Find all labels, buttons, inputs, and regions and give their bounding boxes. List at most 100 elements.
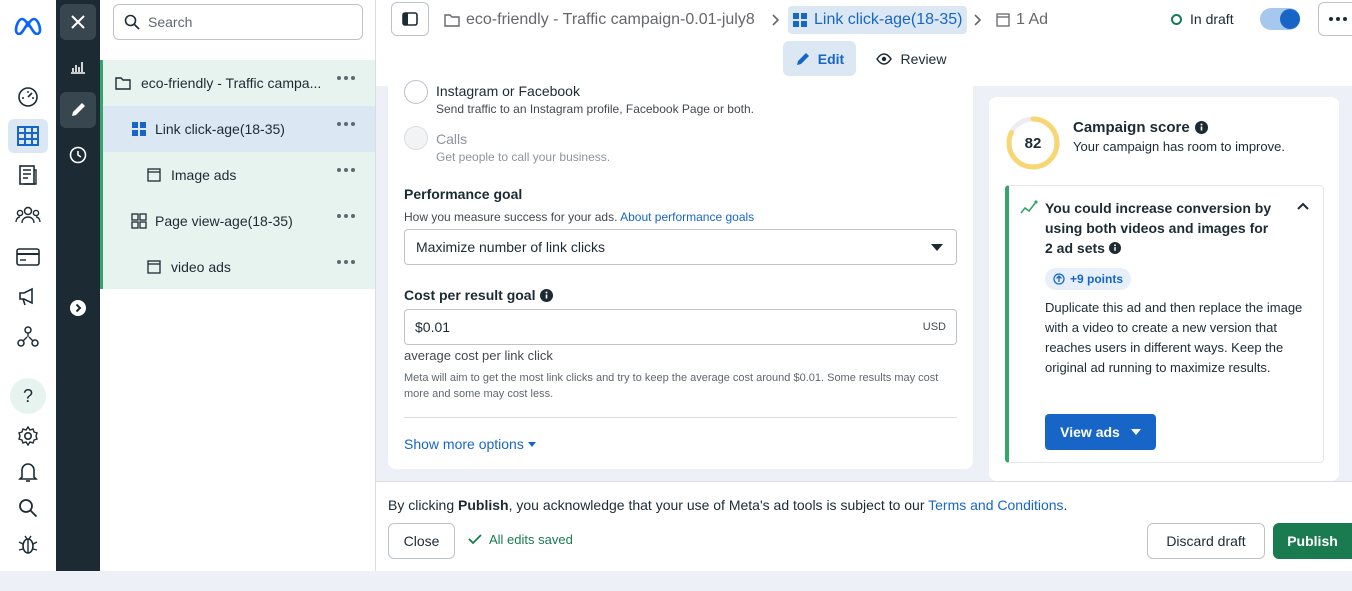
draft-status-icon bbox=[1171, 13, 1182, 25]
close-button[interactable]: Close bbox=[388, 523, 455, 559]
view-ads-label: View ads bbox=[1060, 424, 1120, 440]
caret-down-icon bbox=[1130, 429, 1141, 435]
folder-icon bbox=[115, 76, 131, 90]
editor-toolbar bbox=[56, 0, 100, 574]
more-options-icon[interactable] bbox=[337, 122, 355, 126]
dashboard-icon[interactable] bbox=[8, 80, 48, 114]
points-badge: +9 points bbox=[1045, 268, 1132, 290]
search-input[interactable] bbox=[148, 14, 348, 30]
status-label: In draft bbox=[1190, 11, 1234, 27]
campaign-toggle[interactable] bbox=[1260, 8, 1300, 30]
cost-goal-value: $0.01 bbox=[415, 319, 451, 335]
score-value: 82 bbox=[1024, 134, 1042, 152]
business-icon[interactable] bbox=[8, 320, 48, 354]
cost-goal-input[interactable]: $0.01 USD bbox=[404, 309, 957, 345]
show-more-label: Show more options bbox=[404, 436, 524, 452]
publish-button[interactable]: Publish bbox=[1273, 523, 1352, 559]
currency-label: USD bbox=[922, 321, 946, 333]
tree-item-label: Page view-age(18-35) bbox=[155, 213, 293, 229]
adset-icon bbox=[793, 13, 807, 27]
check-icon bbox=[468, 534, 482, 545]
tab-review[interactable]: Review bbox=[866, 41, 956, 76]
tree-item-ad-image[interactable]: Image ads bbox=[103, 152, 375, 198]
breadcrumb-ads[interactable]: 1 Ad bbox=[996, 6, 1048, 34]
chevron-right-icon bbox=[974, 14, 982, 26]
ad-icon bbox=[147, 168, 161, 182]
info-icon[interactable] bbox=[1108, 242, 1121, 254]
editor-header: eco-friendly - Traffic campaign-0.01-jul… bbox=[376, 0, 1352, 86]
info-icon[interactable] bbox=[1194, 121, 1208, 134]
performance-goal-value: Maximize number of link clicks bbox=[416, 239, 606, 255]
expand-icon[interactable] bbox=[60, 290, 96, 326]
ad-icon bbox=[996, 13, 1010, 27]
score-gauge: 82 bbox=[1005, 115, 1061, 171]
option-description: Get people to call your business. bbox=[436, 150, 611, 164]
status-badge: In draft bbox=[1171, 11, 1234, 27]
ads-manager-icon[interactable] bbox=[8, 119, 48, 153]
breadcrumb-adset-label: Link click-age(18-35) bbox=[814, 11, 963, 28]
arrow-up-circle-icon bbox=[1053, 273, 1065, 285]
breadcrumb-ads-label: 1 Ad bbox=[1016, 11, 1049, 28]
toggle-panel-button[interactable] bbox=[391, 2, 429, 36]
meta-logo-icon[interactable] bbox=[8, 8, 48, 42]
close-icon[interactable] bbox=[60, 4, 96, 40]
more-options-icon[interactable] bbox=[337, 168, 355, 172]
show-more-options-link[interactable]: Show more options bbox=[404, 436, 536, 452]
info-icon[interactable] bbox=[540, 288, 554, 302]
score-title-text: Campaign score bbox=[1073, 119, 1190, 136]
history-icon[interactable] bbox=[60, 137, 96, 173]
performance-goal-description: How you measure success for your ads. Ab… bbox=[404, 210, 754, 224]
view-ads-button[interactable]: View ads bbox=[1045, 414, 1156, 450]
edit-icon[interactable] bbox=[60, 92, 96, 128]
discard-label: Discard draft bbox=[1166, 533, 1246, 549]
more-options-icon[interactable] bbox=[337, 76, 355, 80]
billing-icon[interactable] bbox=[8, 240, 48, 274]
tree-item-label: video ads bbox=[171, 259, 231, 275]
search-icon[interactable] bbox=[8, 491, 48, 525]
tree-item-campaign[interactable]: eco-friendly - Traffic campa... bbox=[103, 60, 375, 106]
chevron-right-icon bbox=[772, 14, 780, 26]
more-actions-button[interactable] bbox=[1318, 2, 1352, 36]
more-options-icon[interactable] bbox=[337, 214, 355, 218]
about-performance-goals-link[interactable]: About performance goals bbox=[620, 210, 754, 224]
cost-goal-title: Cost per result goal bbox=[404, 287, 536, 303]
chart-icon[interactable] bbox=[60, 49, 96, 85]
performance-goal-desc-text: How you measure success for your ads. bbox=[404, 210, 618, 224]
breadcrumb-campaign[interactable]: eco-friendly - Traffic campaign-0.01-jul… bbox=[444, 6, 755, 34]
performance-goal-select[interactable]: Maximize number of link clicks bbox=[404, 229, 957, 265]
recommendation-body: Duplicate this ad and then replace the i… bbox=[1045, 300, 1303, 375]
breadcrumb-adset[interactable]: Link click-age(18-35) bbox=[788, 6, 967, 34]
debug-icon[interactable] bbox=[8, 527, 48, 561]
save-status: All edits saved bbox=[468, 532, 573, 547]
tab-edit[interactable]: Edit bbox=[783, 41, 856, 76]
campaign-icon[interactable] bbox=[8, 279, 48, 313]
help-icon[interactable]: ? bbox=[10, 378, 46, 414]
tree-item-ad-video[interactable]: video ads bbox=[103, 244, 375, 290]
editor-main: Instagram or Facebook Send traffic to an… bbox=[376, 80, 1352, 481]
radio-instagram-facebook[interactable] bbox=[404, 80, 428, 104]
chevron-up-icon[interactable] bbox=[1297, 202, 1309, 210]
discard-draft-button[interactable]: Discard draft bbox=[1147, 523, 1265, 559]
recommendation-card: You could increase conversion by using b… bbox=[1005, 185, 1324, 463]
audiences-icon[interactable] bbox=[8, 198, 48, 232]
option-title: Calls bbox=[436, 131, 468, 147]
tree-item-label: Image ads bbox=[171, 167, 237, 183]
tree-search-field[interactable] bbox=[113, 4, 363, 40]
notifications-icon[interactable] bbox=[8, 455, 48, 489]
campaign-tree-panel: eco-friendly - Traffic campa... Link cli… bbox=[100, 0, 376, 574]
tree-item-adset-link-click[interactable]: Link click-age(18-35) bbox=[103, 106, 375, 152]
settings-icon[interactable] bbox=[8, 419, 48, 453]
publish-footer: By clicking Publish, you acknowledge tha… bbox=[376, 481, 1352, 571]
radio-calls[interactable] bbox=[404, 126, 428, 150]
points-label: +9 points bbox=[1070, 272, 1124, 286]
folder-icon bbox=[444, 14, 460, 27]
disclaimer-bold: Publish bbox=[458, 497, 509, 513]
tree-item-adset-page-view[interactable]: Page view-age(18-35) bbox=[103, 198, 375, 244]
recommendation-title: You could increase conversion by using b… bbox=[1045, 198, 1277, 258]
more-options-icon[interactable] bbox=[337, 260, 355, 264]
pages-icon[interactable] bbox=[8, 158, 48, 192]
recommendation-title-text: You could increase conversion by using b… bbox=[1045, 200, 1272, 256]
caret-down-icon bbox=[527, 441, 536, 447]
disclaimer-text: . bbox=[1063, 497, 1068, 513]
terms-link[interactable]: Terms and Conditions bbox=[928, 497, 1063, 513]
